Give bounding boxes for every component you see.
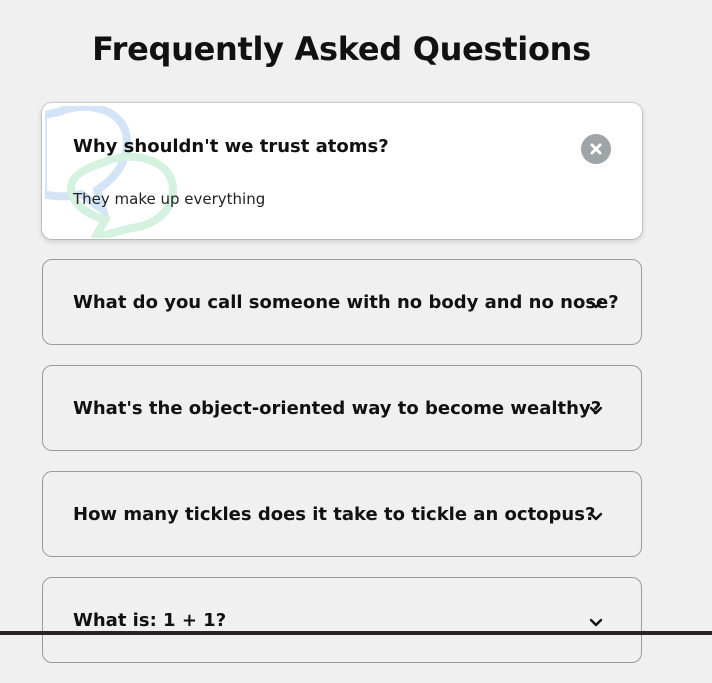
expand-button[interactable]: [581, 290, 611, 320]
close-icon: [590, 143, 602, 155]
faq-item-no-body[interactable]: What do you call someone with no body an…: [42, 259, 642, 345]
faq-question: How many tickles does it take to tickle …: [73, 504, 596, 525]
chevron-down-icon: [589, 300, 603, 309]
faq-item-wealthy[interactable]: What's the object-oriented way to become…: [42, 365, 642, 451]
faq-question: What's the object-oriented way to become…: [73, 398, 602, 419]
close-button[interactable]: [581, 134, 611, 164]
page-title: Frequently Asked Questions: [92, 30, 591, 68]
expand-button[interactable]: [581, 396, 611, 426]
faq-question: What is: 1 + 1?: [73, 610, 227, 631]
chat-bubbles-icon: [45, 106, 178, 238]
faq-answer: They make up everything: [73, 190, 266, 208]
faq-list: Why shouldn't we trust atoms? They make …: [42, 103, 642, 683]
expand-button[interactable]: [581, 608, 611, 638]
chevron-down-icon: [589, 618, 603, 627]
chevron-down-icon: [589, 512, 603, 521]
faq-item-one-plus-one[interactable]: What is: 1 + 1?: [42, 577, 642, 663]
faq-item-atoms[interactable]: Why shouldn't we trust atoms? They make …: [42, 103, 642, 239]
expand-button[interactable]: [581, 502, 611, 532]
faq-question: Why shouldn't we trust atoms?: [73, 136, 389, 157]
chevron-down-icon: [589, 406, 603, 415]
faq-question: What do you call someone with no body an…: [73, 292, 619, 313]
faq-item-octopus[interactable]: How many tickles does it take to tickle …: [42, 471, 642, 557]
